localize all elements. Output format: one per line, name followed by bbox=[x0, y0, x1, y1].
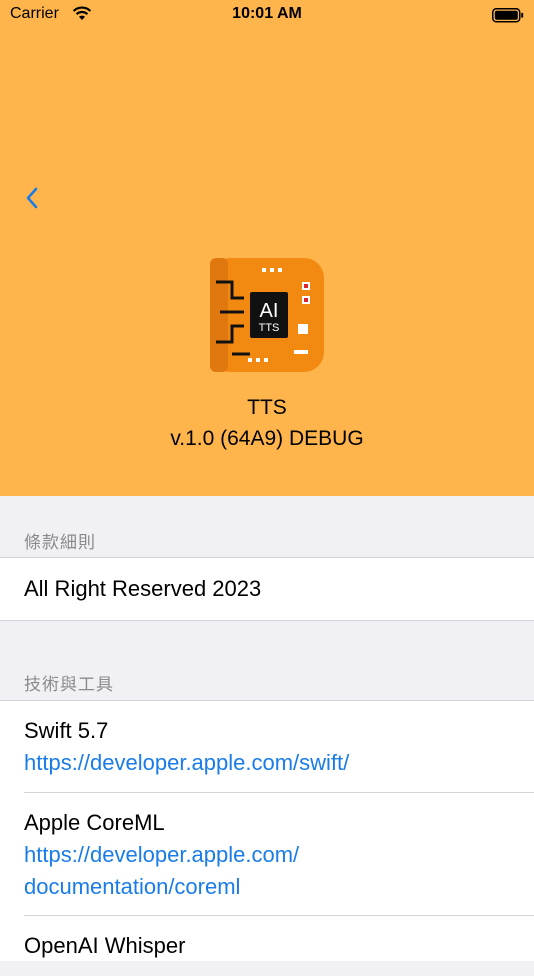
cell-swift[interactable]: Swift 5.7 https://developer.apple.com/sw… bbox=[0, 701, 534, 793]
cell-coreml[interactable]: Apple CoreML https://developer.apple.com… bbox=[0, 793, 534, 916]
clock: 10:01 AM bbox=[232, 5, 302, 22]
swift-link[interactable]: https://developer.apple.com/swift/ bbox=[24, 747, 534, 779]
section-header-terms: 條款細則 bbox=[24, 533, 96, 552]
cell-title: Swift 5.7 bbox=[24, 718, 109, 743]
header-area: Carrier 10:01 AM AI TTS TTS v.1.0 (64A9)… bbox=[0, 0, 534, 496]
battery-icon bbox=[492, 8, 524, 28]
app-icon: AI TTS bbox=[210, 258, 324, 372]
coreml-link-line1[interactable]: https://developer.apple.com/ bbox=[24, 839, 534, 871]
icon-text-main: AI bbox=[260, 300, 279, 322]
cell-whisper[interactable]: OpenAI Whisper bbox=[0, 916, 534, 976]
icon-text-sub: TTS bbox=[259, 322, 280, 334]
chevron-left-icon bbox=[25, 186, 39, 215]
terms-cell-group: All Right Reserved 2023 bbox=[0, 557, 534, 621]
cell-title: Apple CoreML bbox=[24, 810, 165, 835]
coreml-link-line2[interactable]: documentation/coreml bbox=[24, 871, 534, 903]
back-button[interactable] bbox=[16, 182, 48, 218]
cell-copyright[interactable]: All Right Reserved 2023 bbox=[0, 558, 534, 621]
app-name: TTS bbox=[247, 396, 287, 419]
status-bar: Carrier 10:01 AM bbox=[0, 0, 534, 30]
app-version: v.1.0 (64A9) DEBUG bbox=[170, 427, 364, 450]
cell-title: OpenAI Whisper bbox=[24, 933, 186, 958]
cell-title: All Right Reserved 2023 bbox=[24, 576, 262, 601]
section-header-tech: 技術與工具 bbox=[24, 675, 114, 694]
tech-cell-group: Swift 5.7 https://developer.apple.com/sw… bbox=[0, 700, 534, 961]
